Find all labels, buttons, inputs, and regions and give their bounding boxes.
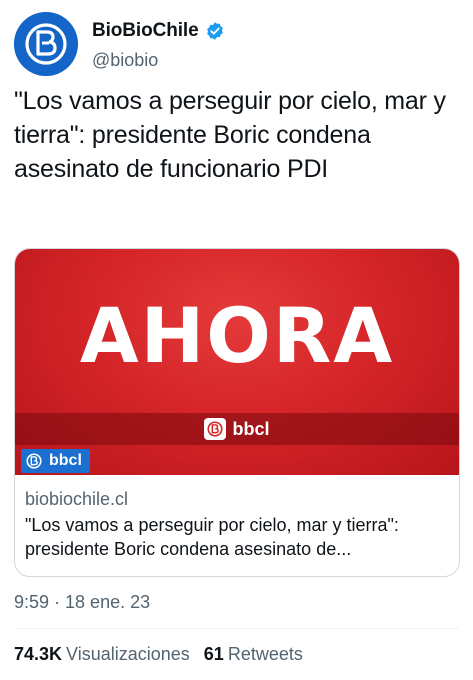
biobio-logo-icon bbox=[14, 12, 78, 76]
card-image[interactable]: AHORA bbcl bbcl bbox=[15, 249, 459, 475]
bbcl-logo-icon bbox=[204, 418, 227, 440]
views-label: Visualizaciones bbox=[66, 644, 190, 664]
divider bbox=[14, 628, 459, 629]
tweet[interactable]: BioBioChile @biobio "Los vamos a persegu… bbox=[0, 0, 473, 680]
avatar[interactable] bbox=[14, 12, 78, 76]
views-count: 74.3K bbox=[14, 644, 63, 664]
corner-badge: bbcl bbox=[21, 449, 90, 473]
corner-label: bbcl bbox=[49, 452, 82, 469]
band-label: bbcl bbox=[232, 418, 270, 439]
link-card[interactable]: AHORA bbcl bbcl biobiochile.cl "Los vamo… bbox=[14, 248, 460, 577]
bbcl-corner-logo-icon bbox=[25, 452, 43, 470]
retweets-stat[interactable]: 61 Retweets bbox=[204, 644, 303, 665]
tweet-stats: 74.3K Visualizaciones 61 Retweets bbox=[14, 644, 303, 665]
card-title: "Los vamos a perseguir por cielo, mar y … bbox=[25, 515, 399, 559]
tweet-timestamp[interactable]: 9:59 · 18 ene. 23 bbox=[14, 592, 150, 613]
views-stat[interactable]: 74.3K Visualizaciones bbox=[14, 644, 190, 665]
card-domain: biobiochile.cl bbox=[25, 489, 129, 509]
card-image-band: bbcl bbox=[15, 413, 459, 445]
card-meta[interactable]: biobiochile.cl "Los vamos a perseguir po… bbox=[25, 487, 449, 561]
name-row: BioBioChile bbox=[92, 20, 225, 42]
card-image-headline: AHORA bbox=[79, 291, 395, 380]
band-brand: bbcl bbox=[15, 413, 459, 445]
tweet-text: "Los vamos a perseguir por cielo, mar y … bbox=[14, 87, 446, 183]
retweets-count: 61 bbox=[203, 644, 224, 664]
author-display-name[interactable]: BioBioChile bbox=[92, 20, 199, 42]
retweets-label: Retweets bbox=[227, 644, 303, 664]
tweet-header: BioBioChile @biobio bbox=[14, 12, 459, 76]
verified-badge-icon bbox=[205, 21, 225, 41]
author-handle[interactable]: @biobio bbox=[92, 50, 158, 71]
